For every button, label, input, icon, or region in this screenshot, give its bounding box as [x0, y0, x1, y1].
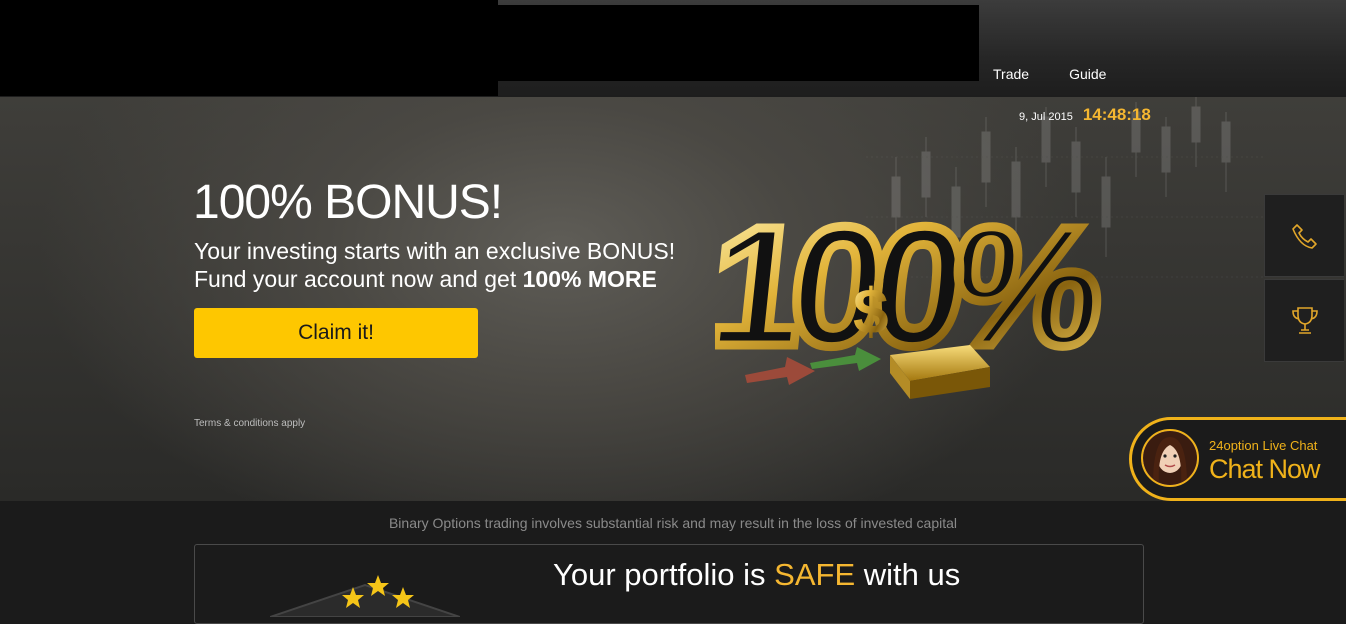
- chat-now-label: Chat Now: [1209, 454, 1321, 484]
- chat-agent-avatar: [1141, 429, 1199, 487]
- risk-disclaimer: Binary Options trading involves substant…: [388, 515, 958, 531]
- claim-it-button[interactable]: Claim it!: [194, 308, 478, 358]
- clock-date: 9, Jul 2015: [1019, 111, 1073, 123]
- trophy-button[interactable]: [1264, 279, 1344, 362]
- clock-time: 14:48:18: [1082, 105, 1151, 124]
- main-nav: Trade Guide: [993, 66, 1106, 82]
- hero-subtitle-line2: Fund your account now and get 100% MORE: [194, 265, 675, 293]
- nav-guide[interactable]: Guide: [1069, 66, 1106, 82]
- redacted-logo-area: [0, 0, 498, 96]
- portfolio-safe-emphasis: SAFE: [774, 557, 856, 592]
- portfolio-title-suffix: with us: [855, 557, 961, 592]
- hero-title: 100% BONUS!: [193, 176, 503, 229]
- terms-link[interactable]: Terms & conditions apply: [194, 418, 305, 429]
- nav-trade[interactable]: Trade: [993, 66, 1029, 82]
- star-badge-graphic: [270, 575, 460, 617]
- call-button[interactable]: [1264, 194, 1344, 277]
- hero-subtitle-line2-prefix: Fund your account now and get: [194, 266, 523, 292]
- hero-subtitle-line1: Your investing starts with an exclusive …: [194, 238, 676, 264]
- phone-icon: [1291, 223, 1317, 249]
- portfolio-safe-panel: Your portfolio is SAFE with us: [194, 544, 1144, 624]
- side-toolbar: [1264, 194, 1346, 364]
- trophy-icon: [1291, 306, 1318, 334]
- hero-subtitle-emphasis: 100% MORE: [522, 266, 657, 292]
- hero-subtitle: Your investing starts with an exclusive …: [194, 237, 675, 293]
- live-chat-widget[interactable]: 24option Live Chat Chat Now: [1129, 417, 1346, 501]
- gold-100-percent-graphic: 100% $: [715, 188, 1114, 399]
- redacted-banner-area: [498, 5, 979, 81]
- portfolio-title-prefix: Your portfolio is: [553, 557, 775, 592]
- portfolio-title: Your portfolio is SAFE with us: [553, 557, 960, 593]
- server-clock: 9, Jul 2015 14:48:18: [1019, 105, 1151, 125]
- chat-label: 24option Live Chat: [1209, 438, 1318, 453]
- site-header: Trade Guide: [0, 0, 1346, 97]
- dollar-sign-graphic: $: [853, 275, 889, 347]
